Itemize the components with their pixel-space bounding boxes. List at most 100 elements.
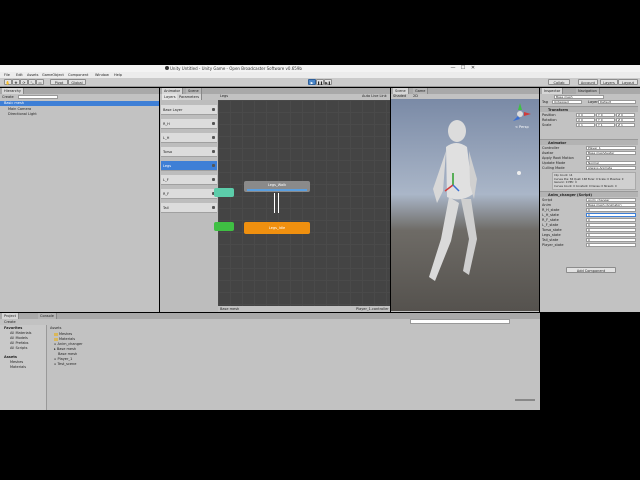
layout-dropdown[interactable]: Layout — [618, 79, 638, 85]
assets-header[interactable]: Assets — [4, 355, 17, 359]
state-field[interactable]: 0 — [586, 218, 636, 222]
project-create-button[interactable]: Create — [4, 320, 16, 324]
menu-gameobject[interactable]: GameObject — [42, 73, 64, 77]
state-field-active[interactable]: 0 — [586, 213, 636, 217]
state-node-legs-walk[interactable]: Legs_Walk — [244, 181, 310, 192]
favorites-item[interactable]: All Materials — [10, 331, 32, 335]
culling-mode-dropdown[interactable]: Always Animate — [586, 166, 636, 170]
rect-tool-button[interactable]: ▭ — [36, 79, 44, 85]
scene-viewport[interactable]: < Persp — [391, 99, 539, 311]
state-field[interactable]: 0 — [586, 228, 636, 232]
hierarchy-item-main-camera[interactable]: Main Camera — [8, 107, 31, 111]
character-model[interactable] — [391, 99, 539, 311]
project-search-input[interactable] — [410, 319, 510, 324]
menu-file[interactable]: File — [4, 73, 10, 77]
animator-graph[interactable]: Legs_Walk Legs_Idle — [214, 100, 390, 306]
menu-edit[interactable]: Edit — [16, 73, 23, 77]
favorites-item[interactable]: All Prefabs — [10, 341, 28, 345]
controller-field[interactable]: Player_1 — [586, 146, 636, 150]
tag-dropdown[interactable]: Untagged — [552, 100, 582, 104]
menu-help[interactable]: Help — [114, 73, 122, 77]
menu-window[interactable]: Window — [95, 73, 109, 77]
scale-tool-button[interactable]: ⤡ — [28, 79, 36, 85]
entry-node-teal[interactable] — [214, 188, 234, 197]
avatar-field[interactable]: Base meshAvatar — [586, 151, 636, 155]
layer-item[interactable]: Base Layer — [161, 105, 217, 115]
favorites-header[interactable]: Favorites — [4, 326, 22, 330]
asset-item[interactable]: ▸ Base mesh — [54, 347, 76, 351]
state-field[interactable]: 0 — [586, 238, 636, 242]
rotation-y[interactable]: Y 0 — [596, 118, 615, 122]
global-button[interactable]: Global — [68, 79, 86, 85]
favorites-item[interactable]: All Scripts — [10, 346, 27, 350]
maximize-button[interactable]: ☐ — [458, 65, 468, 72]
script-field[interactable]: Anim_changer — [586, 198, 636, 202]
step-button[interactable]: ▶❚ — [324, 79, 332, 85]
rotate-tool-button[interactable]: ⟳ — [20, 79, 28, 85]
animator-component-header[interactable]: Animator — [540, 139, 638, 145]
project-breadcrumb[interactable]: Assets — [50, 326, 61, 330]
layer-item-selected[interactable]: Legs — [161, 161, 217, 171]
tab-navigation[interactable]: Navigation — [576, 88, 600, 94]
layer-item[interactable]: Tail — [161, 203, 217, 213]
assets-tree-item[interactable]: Materials — [10, 365, 26, 369]
layer-item[interactable]: L_H — [161, 133, 217, 143]
auto-live-link-toggle[interactable]: Auto Live Link — [362, 94, 387, 98]
asset-item[interactable]: Materials — [54, 337, 75, 341]
tab-console[interactable]: Console — [38, 313, 57, 319]
layer-item[interactable]: R_F — [161, 189, 217, 199]
layer-item[interactable]: L_F — [161, 175, 217, 185]
hierarchy-search-input[interactable] — [18, 95, 58, 99]
script-component-header[interactable]: Anim_changer (Script) — [540, 191, 638, 197]
pivot-button[interactable]: Pivot — [50, 79, 68, 85]
position-z[interactable]: Z 0 — [616, 113, 635, 117]
close-button[interactable]: ✕ — [468, 65, 478, 72]
hierarchy-create-button[interactable]: Create — [2, 95, 14, 99]
add-component-button[interactable]: Add Component — [566, 267, 616, 273]
tab-project[interactable]: Project — [2, 313, 19, 319]
animator-breadcrumb[interactable]: Legs — [220, 94, 228, 98]
hierarchy-scene-row[interactable]: Basic mesh — [0, 101, 159, 106]
state-field[interactable]: 0 — [586, 243, 636, 247]
transition-arrow-up[interactable] — [274, 193, 275, 213]
scale-y[interactable]: Y 1 — [596, 123, 615, 127]
menu-assets[interactable]: Assets — [27, 73, 38, 77]
anim-field[interactable]: Base mesh (Animator) — [586, 203, 636, 207]
state-field[interactable]: 0 — [586, 208, 636, 212]
asset-item[interactable]: ▫ Test_scene — [54, 362, 76, 366]
hierarchy-item-directional-light[interactable]: Directional Light — [8, 112, 37, 116]
shading-mode-dropdown[interactable]: Shaded — [393, 94, 406, 98]
tab-inspector[interactable]: Inspector — [542, 88, 564, 94]
transition-arrow-down[interactable] — [278, 193, 279, 213]
asset-item[interactable]: Base mesh — [58, 352, 77, 356]
icon-size-slider[interactable] — [515, 399, 535, 401]
minimize-button[interactable]: — — [448, 65, 458, 72]
asset-item[interactable]: Meshes — [54, 332, 72, 336]
account-button[interactable]: Account — [578, 79, 598, 85]
asset-item[interactable]: ▫ Anim_changer — [54, 342, 83, 346]
apply-root-motion-checkbox[interactable] — [586, 156, 590, 160]
asset-item[interactable]: ▫ Player_1 — [54, 357, 72, 361]
transform-header[interactable]: Transform — [540, 106, 638, 112]
state-field[interactable]: 0 — [586, 223, 636, 227]
menu-component[interactable]: Component — [68, 73, 88, 77]
position-x[interactable]: X 0 — [576, 113, 595, 117]
move-tool-button[interactable]: ✥ — [12, 79, 20, 85]
pause-button[interactable]: ❚❚ — [316, 79, 324, 85]
collab-button[interactable]: Collab — [548, 79, 570, 85]
state-field[interactable]: 0 — [586, 233, 636, 237]
play-button[interactable]: ▶ — [308, 79, 316, 85]
layers-dropdown[interactable]: Layers — [600, 79, 618, 85]
assets-tree-item[interactable]: Meshes — [10, 360, 23, 364]
rotation-x[interactable]: X 0 — [576, 118, 595, 122]
position-y[interactable]: Y 0 — [596, 113, 615, 117]
scale-z[interactable]: Z 1 — [616, 123, 635, 127]
update-mode-dropdown[interactable]: Normal — [586, 161, 636, 165]
scale-x[interactable]: X 1 — [576, 123, 595, 127]
hand-tool-button[interactable]: ✋ — [4, 79, 12, 85]
2d-toggle[interactable]: 2D — [413, 94, 418, 98]
persp-label[interactable]: < Persp — [515, 125, 529, 129]
favorites-item[interactable]: All Models — [10, 336, 28, 340]
tab-hierarchy[interactable]: Hierarchy — [2, 88, 24, 94]
object-name-field[interactable]: Base mesh — [554, 95, 604, 99]
